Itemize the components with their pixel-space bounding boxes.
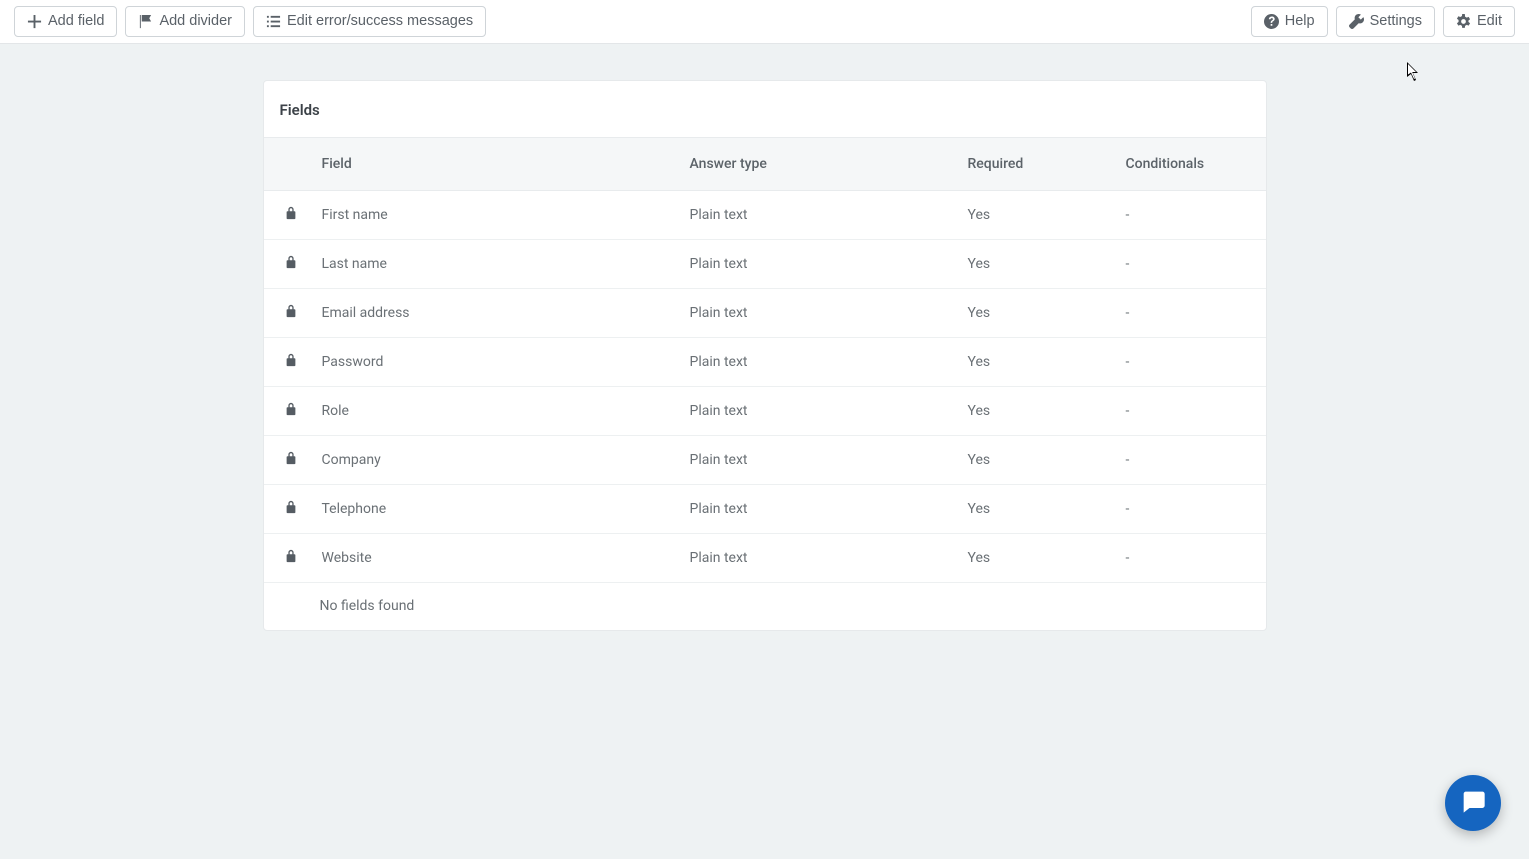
empty-row: No fields found — [264, 583, 1266, 631]
settings-button[interactable]: Settings — [1336, 6, 1435, 37]
add-divider-label: Add divider — [159, 13, 232, 30]
lock-icon — [264, 387, 318, 436]
col-type-header: Answer type — [680, 138, 958, 191]
table-row[interactable]: RolePlain textYes- — [264, 387, 1266, 436]
cell-field: Role — [318, 387, 680, 436]
cell-conditionals: - — [1116, 387, 1266, 436]
cell-required: Yes — [958, 338, 1116, 387]
cell-required: Yes — [958, 387, 1116, 436]
col-conditionals-header: Conditionals — [1116, 138, 1266, 191]
lock-icon — [264, 534, 318, 583]
chat-icon — [1459, 787, 1487, 819]
table-header-row: Field Answer type Required Conditionals — [264, 138, 1266, 191]
cell-field: Telephone — [318, 485, 680, 534]
cell-conditionals: - — [1116, 240, 1266, 289]
chat-launcher[interactable] — [1445, 775, 1501, 831]
cell-field: Password — [318, 338, 680, 387]
cell-field: First name — [318, 191, 680, 240]
lock-icon — [264, 191, 318, 240]
list-icon — [266, 14, 281, 29]
cell-answer-type: Plain text — [680, 240, 958, 289]
cell-required: Yes — [958, 436, 1116, 485]
col-lock-header — [264, 138, 318, 191]
cell-conditionals: - — [1116, 436, 1266, 485]
cell-conditionals: - — [1116, 338, 1266, 387]
cell-answer-type: Plain text — [680, 338, 958, 387]
settings-label: Settings — [1370, 13, 1422, 30]
edit-label: Edit — [1477, 13, 1502, 30]
add-divider-button[interactable]: Add divider — [125, 6, 245, 37]
table-row[interactable]: First namePlain textYes- — [264, 191, 1266, 240]
flag-icon — [138, 14, 153, 29]
col-field-header: Field — [318, 138, 680, 191]
fields-table: Field Answer type Required Conditionals … — [264, 137, 1266, 630]
cell-field: Company — [318, 436, 680, 485]
cell-conditionals: - — [1116, 534, 1266, 583]
panel-title: Fields — [264, 81, 1266, 137]
add-field-button[interactable]: Add field — [14, 6, 117, 37]
table-row[interactable]: Last namePlain textYes- — [264, 240, 1266, 289]
cell-required: Yes — [958, 485, 1116, 534]
edit-messages-label: Edit error/success messages — [287, 13, 473, 30]
gear-icon — [1456, 14, 1471, 29]
fields-panel: Fields Field Answer type Required Condit… — [263, 80, 1267, 631]
lock-icon — [264, 240, 318, 289]
toolbar: Add field Add divider Edit error/success… — [0, 0, 1529, 44]
wrench-icon — [1349, 14, 1364, 29]
table-row[interactable]: TelephonePlain textYes- — [264, 485, 1266, 534]
cell-required: Yes — [958, 289, 1116, 338]
table-row[interactable]: WebsitePlain textYes- — [264, 534, 1266, 583]
page-body: Fields Field Answer type Required Condit… — [0, 44, 1529, 691]
cell-required: Yes — [958, 240, 1116, 289]
cell-field: Last name — [318, 240, 680, 289]
cell-answer-type: Plain text — [680, 289, 958, 338]
edit-messages-button[interactable]: Edit error/success messages — [253, 6, 486, 37]
table-row[interactable]: CompanyPlain textYes- — [264, 436, 1266, 485]
empty-message: No fields found — [264, 583, 1266, 631]
table-row[interactable]: Email addressPlain textYes- — [264, 289, 1266, 338]
cell-field: Website — [318, 534, 680, 583]
cell-required: Yes — [958, 191, 1116, 240]
lock-icon — [264, 436, 318, 485]
cell-answer-type: Plain text — [680, 534, 958, 583]
plus-icon — [27, 14, 42, 29]
help-icon — [1264, 14, 1279, 29]
col-required-header: Required — [958, 138, 1116, 191]
lock-icon — [264, 485, 318, 534]
cell-conditionals: - — [1116, 485, 1266, 534]
cell-field: Email address — [318, 289, 680, 338]
table-row[interactable]: PasswordPlain textYes- — [264, 338, 1266, 387]
cell-conditionals: - — [1116, 289, 1266, 338]
add-field-label: Add field — [48, 13, 104, 30]
cell-answer-type: Plain text — [680, 191, 958, 240]
cell-answer-type: Plain text — [680, 436, 958, 485]
cell-answer-type: Plain text — [680, 485, 958, 534]
help-label: Help — [1285, 13, 1315, 30]
help-button[interactable]: Help — [1251, 6, 1328, 37]
cell-required: Yes — [958, 534, 1116, 583]
lock-icon — [264, 289, 318, 338]
cell-conditionals: - — [1116, 191, 1266, 240]
lock-icon — [264, 338, 318, 387]
cell-answer-type: Plain text — [680, 387, 958, 436]
edit-button[interactable]: Edit — [1443, 6, 1515, 37]
